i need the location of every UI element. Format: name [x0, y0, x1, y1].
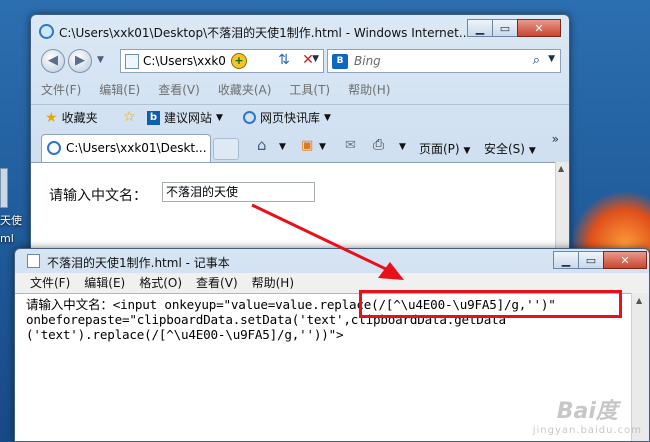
menu-edit[interactable]: 编辑(E) [84, 273, 125, 293]
close-icon: ✕ [534, 21, 544, 35]
refresh-icon: ⇅ [278, 52, 290, 68]
new-tab-button[interactable] [213, 138, 239, 160]
search-dropdown-icon[interactable]: ▼ [548, 54, 555, 64]
safety-menu-label: 安全(S) [484, 142, 525, 156]
toolbar-overflow-icon[interactable]: » [552, 132, 559, 146]
page-icon [125, 54, 139, 69]
chevron-down-icon: ▼ [463, 146, 471, 156]
menu-help[interactable]: 帮助(H) [348, 79, 390, 101]
minimize-button[interactable]: ▁ [467, 19, 493, 37]
home-icon[interactable]: ⌂ [257, 136, 267, 154]
compatibility-icon[interactable]: + [231, 53, 247, 69]
print-icon[interactable]: ⎙ [373, 137, 384, 153]
notepad-title-bar[interactable]: 不落泪的天使1制作.html - 记事本 ▁ ▭ ✕ [15, 249, 649, 271]
safety-menu-button[interactable]: 安全(S) ▼ [484, 140, 536, 157]
chevron-down-icon: ▼ [528, 146, 536, 156]
ie-window-title: C:\Users\xxk01\Desktop\不落泪的天使1制作.html - … [59, 26, 471, 40]
forward-arrow-icon: ▶ [75, 53, 85, 68]
ie-menu-bar: 文件(F) 编辑(E) 查看(V) 收藏夹(A) 工具(T) 帮助(H) [31, 79, 569, 101]
favorites-bar: ★ 收藏夹 ☆ b 建议网站 ▼ 网页快讯库 ▼ [31, 104, 569, 130]
page-menu-label: 页面(P) [419, 142, 460, 156]
menu-tools[interactable]: 工具(T) [289, 79, 330, 101]
favorites-label: 收藏夹 [61, 111, 98, 125]
close-button[interactable]: ✕ [517, 19, 561, 37]
mail-icon[interactable]: ✉ [345, 138, 356, 153]
notepad-window-controls: ▁ ▭ ✕ [553, 251, 647, 269]
ie-page-icon [243, 111, 256, 124]
watermark-url: jingyan.baidu.com [532, 425, 642, 436]
watermark-logo: Bai度 [556, 399, 618, 424]
code-highlight-box [359, 290, 622, 318]
maximize-button[interactable]: ▭ [578, 251, 604, 269]
close-button[interactable]: ✕ [603, 251, 647, 269]
back-button[interactable]: ◀ [41, 49, 65, 73]
desktop-icon-label: 天使 [0, 214, 22, 227]
maximize-button[interactable]: ▭ [492, 19, 518, 37]
home-dropdown-icon[interactable]: ▼ [279, 142, 286, 152]
add-favorite-button[interactable]: ☆ [123, 109, 140, 125]
web-slice-gallery-button[interactable]: 网页快讯库 ▼ [243, 109, 331, 126]
search-input[interactable]: Bing [354, 54, 381, 68]
desktop-icon-label: ml [0, 232, 14, 245]
close-icon: ✕ [620, 253, 630, 267]
add-favorite-icon: ☆ [123, 109, 136, 125]
favorites-button[interactable]: ★ 收藏夹 [45, 109, 98, 126]
ie-navigation-bar: ◀ ▶ ▼ C:\Users\xxk0 + ▼ ⇅ ✕ B Bing ⌕ ▼ [31, 45, 569, 77]
ie-page-icon [47, 141, 61, 155]
notepad-icon [27, 254, 40, 268]
maximize-icon: ▭ [585, 253, 597, 267]
menu-edit[interactable]: 编辑(E) [99, 79, 140, 101]
print-dropdown-icon[interactable]: ▼ [399, 142, 406, 152]
minimize-button[interactable]: ▁ [553, 251, 579, 269]
scroll-up-icon[interactable]: ▲ [636, 296, 642, 305]
notepad-window-title: 不落泪的天使1制作.html - 记事本 [47, 256, 230, 270]
maximize-icon: ▭ [499, 21, 511, 35]
ie-logo-icon [39, 24, 54, 39]
minimize-icon: ▁ [475, 21, 485, 35]
back-arrow-icon: ◀ [48, 53, 58, 68]
bing-logo-icon: B [332, 54, 348, 69]
forward-button[interactable]: ▶ [68, 49, 92, 73]
ie-window-controls: ▁ ▭ ✕ [467, 19, 561, 37]
favorites-star-icon: ★ [45, 109, 58, 126]
tab-title: C:\Users\xxk01\Deskt... [66, 141, 207, 155]
chevron-down-icon: ▼ [216, 112, 223, 123]
ie-title-bar[interactable]: C:\Users\xxk01\Desktop\不落泪的天使1制作.html - … [31, 15, 569, 45]
minimize-icon: ▁ [561, 253, 571, 267]
scroll-up-icon[interactable]: ▲ [558, 164, 564, 173]
chinese-name-input[interactable]: 不落泪的天使 [162, 182, 315, 202]
search-box[interactable]: B Bing ⌕ ▼ [327, 49, 561, 73]
search-icon[interactable]: ⌕ [533, 53, 540, 68]
menu-view[interactable]: 查看(V) [196, 273, 238, 293]
menu-view[interactable]: 查看(V) [158, 79, 200, 101]
menu-help[interactable]: 帮助(H) [252, 273, 294, 293]
address-text: C:\Users\xxk0 [143, 54, 226, 68]
suggested-sites-label: 建议网站 [164, 111, 213, 125]
refresh-button[interactable]: ⇅ [273, 49, 295, 73]
menu-file[interactable]: 文件(F) [30, 273, 70, 293]
ie-window: C:\Users\xxk01\Desktop\不落泪的天使1制作.html - … [30, 14, 570, 284]
chevron-down-icon: ▼ [324, 112, 331, 123]
menu-file[interactable]: 文件(F) [41, 79, 81, 101]
chinese-name-label: 请输入中文名： [49, 188, 147, 204]
bing-icon: b [147, 110, 160, 125]
tab-row: C:\Users\xxk01\Deskt... ⌂ ▼ ▣ ▼ ✉ ⎙ ▼ 页面… [31, 132, 569, 162]
suggested-sites-button[interactable]: b 建议网站 ▼ [147, 109, 223, 126]
feeds-icon[interactable]: ▣ [301, 138, 313, 153]
desktop-file-icon[interactable] [0, 168, 8, 208]
menu-favorites[interactable]: 收藏夹(A) [218, 79, 272, 101]
page-menu-button[interactable]: 页面(P) ▼ [419, 140, 470, 157]
feeds-dropdown-icon[interactable]: ▼ [319, 142, 326, 152]
code-line: ('text').replace(/[^\u4E00-\u9FA5]/g,'')… [26, 327, 344, 342]
history-dropdown-icon[interactable]: ▼ [97, 55, 104, 65]
baidu-watermark: Bai度 jingyan.baidu.com [533, 393, 642, 436]
web-slice-gallery-label: 网页快讯库 [260, 111, 321, 125]
stop-button[interactable]: ✕ [297, 49, 319, 73]
stop-icon: ✕ [302, 52, 314, 68]
menu-format[interactable]: 格式(O) [139, 273, 182, 293]
tab-current-page[interactable]: C:\Users\xxk01\Deskt... [41, 134, 211, 162]
